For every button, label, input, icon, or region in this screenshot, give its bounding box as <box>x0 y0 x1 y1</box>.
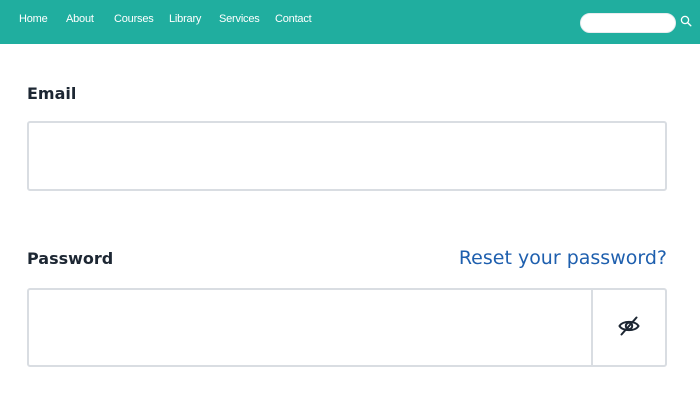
search-input[interactable] <box>581 14 675 32</box>
email-field-container <box>27 121 667 191</box>
password-field[interactable] <box>29 290 593 365</box>
password-label: Password <box>27 249 114 268</box>
email-field[interactable] <box>29 123 665 189</box>
nav-item-services[interactable]: Services <box>219 11 260 27</box>
top-navbar: Home About Courses Library Services Cont… <box>0 0 700 44</box>
nav-item-home[interactable]: Home <box>19 11 48 27</box>
nav-item-contact[interactable]: Contact <box>275 11 312 27</box>
reset-password-link[interactable]: Reset your password? <box>459 246 667 270</box>
eye-off-icon <box>618 316 640 336</box>
password-field-container <box>27 288 667 367</box>
nav-item-courses[interactable]: Courses <box>114 11 154 27</box>
email-label: Email <box>27 84 77 103</box>
toggle-password-visibility-button[interactable] <box>591 290 665 365</box>
nav-item-about[interactable]: About <box>66 11 94 27</box>
search-icon[interactable] <box>680 15 692 27</box>
nav-item-library[interactable]: Library <box>169 11 201 27</box>
search-box <box>580 13 676 33</box>
